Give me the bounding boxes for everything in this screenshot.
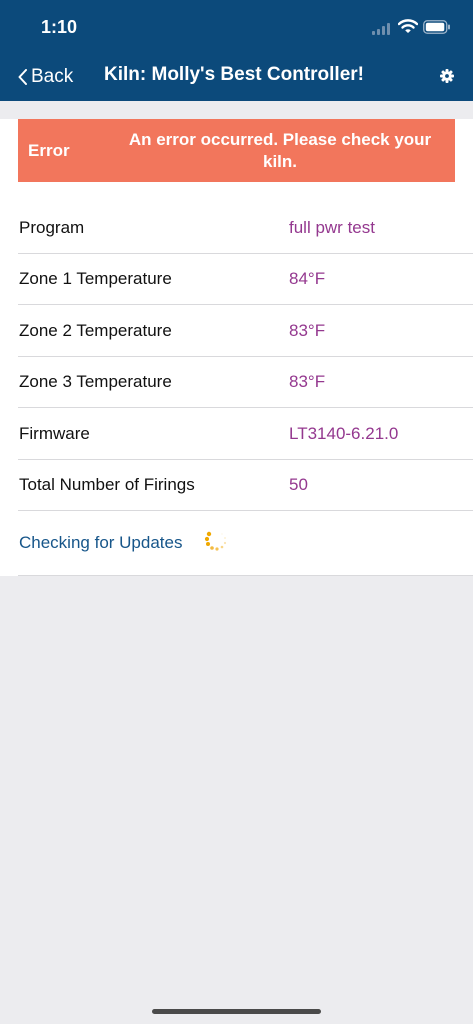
error-banner: Error An error occurred. Please check yo… [18,119,455,182]
page-title: Kiln: Molly's Best Controller! [104,64,364,85]
detail-row-program: Program full pwr test [18,202,473,254]
chevron-left-icon [18,69,27,85]
error-message: An error occurred. Please check your kil… [128,130,432,171]
cellular-signal-icon [372,22,390,40]
back-button[interactable]: Back [18,64,73,90]
back-label: Back [31,66,74,87]
detail-value: 50 [289,474,308,494]
detail-label: Program [19,217,85,237]
navigation-header: 1:10 Back Kiln: Molly's Best Controller! [0,0,473,101]
detail-value: LT3140-6.21.0 [289,423,399,443]
check-updates-link[interactable]: Checking for Updates [19,510,182,575]
detail-value: 84°F [289,268,326,288]
detail-label: Firmware [19,423,90,443]
status-time: 1:10 [41,17,78,37]
loading-spinner-icon [203,530,231,561]
detail-label: Zone 2 Temperature [19,320,172,340]
detail-row-total-firings: Total Number of Firings 50 [18,459,473,511]
detail-row-firmware: Firmware LT3140-6.21.0 [18,408,473,460]
gear-icon[interactable] [440,69,454,88]
detail-value: full pwr test [289,217,375,237]
battery-icon [423,20,451,39]
kiln-details-panel: Error An error occurred. Please check yo… [0,119,473,576]
check-updates-row[interactable]: Checking for Updates [18,510,473,576]
detail-value: 83°F [289,320,326,340]
home-indicator[interactable] [152,1009,321,1014]
detail-row-zone2-temperature: Zone 2 Temperature 83°F [18,305,473,357]
detail-row-zone1-temperature: Zone 1 Temperature 84°F [18,253,473,305]
detail-row-zone3-temperature: Zone 3 Temperature 83°F [18,356,473,408]
error-label: Error [28,140,70,160]
detail-label: Zone 3 Temperature [19,371,172,391]
wifi-icon [397,19,419,39]
detail-label: Zone 1 Temperature [19,268,172,288]
detail-label: Total Number of Firings [19,474,195,494]
detail-value: 83°F [289,371,326,391]
